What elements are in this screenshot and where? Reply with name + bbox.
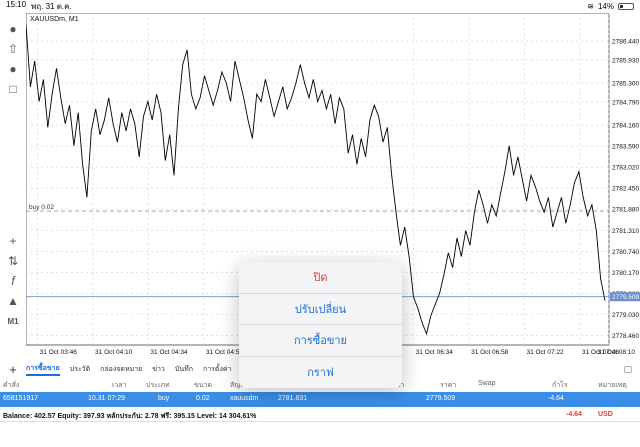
x-tick-label: 31 Oct 07:22 xyxy=(526,349,564,356)
row-size: 0.02 xyxy=(196,395,210,402)
balance-text: Balance: 402.57 Equity: 397.93 หลักประกั… xyxy=(3,413,257,420)
col-time: เวลา xyxy=(112,382,127,389)
price-badge-label: 2779.509 xyxy=(612,294,639,301)
col-size: ขนาด xyxy=(194,382,213,389)
left-toolbar: ● ⇧ ● □ + ⇅ f ▲ M1 xyxy=(0,13,26,357)
y-tick-label: 2784.160 xyxy=(612,123,639,130)
col-profit: กำไร xyxy=(552,382,568,389)
col-order: คำสั่ง xyxy=(3,382,20,389)
chart-symbol: XAUUSDm, M1 xyxy=(30,16,79,23)
row-symbol: xauusdm xyxy=(230,395,259,402)
row-current-price: 2779.509 xyxy=(426,395,456,402)
row-type: buy xyxy=(158,395,170,402)
battery-icon xyxy=(618,3,634,10)
upload-icon[interactable]: ⇧ xyxy=(3,39,23,59)
balance-currency: USD xyxy=(598,411,613,418)
x-tick-label: 31 Oct 08:10 xyxy=(598,349,636,356)
status-date: พฤ. 31 ต.ค. xyxy=(31,2,72,11)
tab-mailbox[interactable]: กล่องจดหมาย xyxy=(100,364,142,375)
balance-profit: -4.64 xyxy=(566,411,582,418)
y-tick-label: 2783.590 xyxy=(612,144,639,151)
row-open-price: 2781.831 xyxy=(278,395,308,402)
x-tick-label: 31 Oct 06:58 xyxy=(471,349,509,356)
y-tick-label: 2785.300 xyxy=(612,81,639,88)
chart-button[interactable]: กราฟ xyxy=(239,357,402,389)
position-action-menu: ปิด ปรับเปลี่ยน การซื้อขาย กราฟ xyxy=(239,262,402,388)
row-order: 658151917 xyxy=(3,395,39,402)
x-tick-label: 31 Oct 06:34 xyxy=(416,349,454,356)
x-tick-label: 31 Oct 04:58 xyxy=(206,349,244,356)
col-type: ประเภท xyxy=(146,382,170,389)
balance-bar: Balance: 402.57 Equity: 397.93 หลักประกั… xyxy=(0,408,640,422)
y-tick-label: 2781.310 xyxy=(612,228,639,235)
buy-level-label: buy 0.02 xyxy=(29,204,54,211)
col-comment: หมายเหตุ xyxy=(598,382,627,389)
col-price: ราคา xyxy=(440,382,457,389)
indicators-icon[interactable]: ⇅ xyxy=(3,251,23,271)
col-swap: Swap xyxy=(478,380,496,387)
function-icon[interactable]: f xyxy=(3,271,23,291)
x-tick-label: 31 Oct 03:46 xyxy=(40,349,78,356)
y-tick-label: 2785.930 xyxy=(612,57,639,64)
status-time: 15:10 xyxy=(6,0,27,9)
y-tick-label: 2779.030 xyxy=(612,312,639,319)
trade-button[interactable]: การซื้อขาย xyxy=(239,325,402,357)
y-tick-label: 2782.450 xyxy=(612,186,639,193)
objects-icon[interactable]: ▲ xyxy=(3,291,23,311)
y-tick-label: 2784.790 xyxy=(612,99,639,106)
crosshair-icon[interactable]: + xyxy=(3,231,23,251)
add-icon[interactable]: + xyxy=(0,362,26,377)
x-tick-label: 31 Oct 04:10 xyxy=(95,349,133,356)
y-tick-label: 2780.170 xyxy=(612,270,639,277)
close-position-button[interactable]: ปิด xyxy=(239,262,402,294)
y-tick-label: 2786.440 xyxy=(612,39,639,46)
position-row[interactable]: 658151917 10.31 07:29 buy 0.02 xauusdm 2… xyxy=(0,392,640,407)
y-tick-label: 2778.460 xyxy=(612,333,639,340)
add-document-icon[interactable]: □ xyxy=(3,79,23,99)
expand-panel-icon[interactable]: ▢ xyxy=(623,364,632,375)
row-profit: -4.64 xyxy=(548,395,564,402)
modify-position-button[interactable]: ปรับเปลี่ยน xyxy=(239,294,402,325)
tab-journal[interactable]: บันทึก xyxy=(175,364,193,375)
profile-icon[interactable]: ● xyxy=(3,19,23,39)
tab-history[interactable]: ประวัติ xyxy=(70,364,90,375)
y-tick-label: 2783.020 xyxy=(612,165,639,172)
chat-icon[interactable]: ● xyxy=(3,59,23,79)
row-time: 10.31 07:29 xyxy=(88,395,125,402)
x-tick-label: 31 Oct 04:34 xyxy=(150,349,188,356)
tab-news[interactable]: ข่าว xyxy=(152,364,165,375)
y-tick-label: 2781.880 xyxy=(612,207,639,214)
y-tick-label: 2780.740 xyxy=(612,249,639,256)
status-bar: 15:10 พฤ. 31 ต.ค. ≋ 14% xyxy=(0,0,640,13)
battery-percent: 14% xyxy=(597,2,614,11)
tab-trade[interactable]: การซื้อขาย xyxy=(26,363,60,376)
timeframe-button[interactable]: M1 xyxy=(3,311,23,331)
wifi-icon: ≋ xyxy=(587,2,594,11)
tab-settings[interactable]: การตั้งค่า xyxy=(203,364,232,375)
